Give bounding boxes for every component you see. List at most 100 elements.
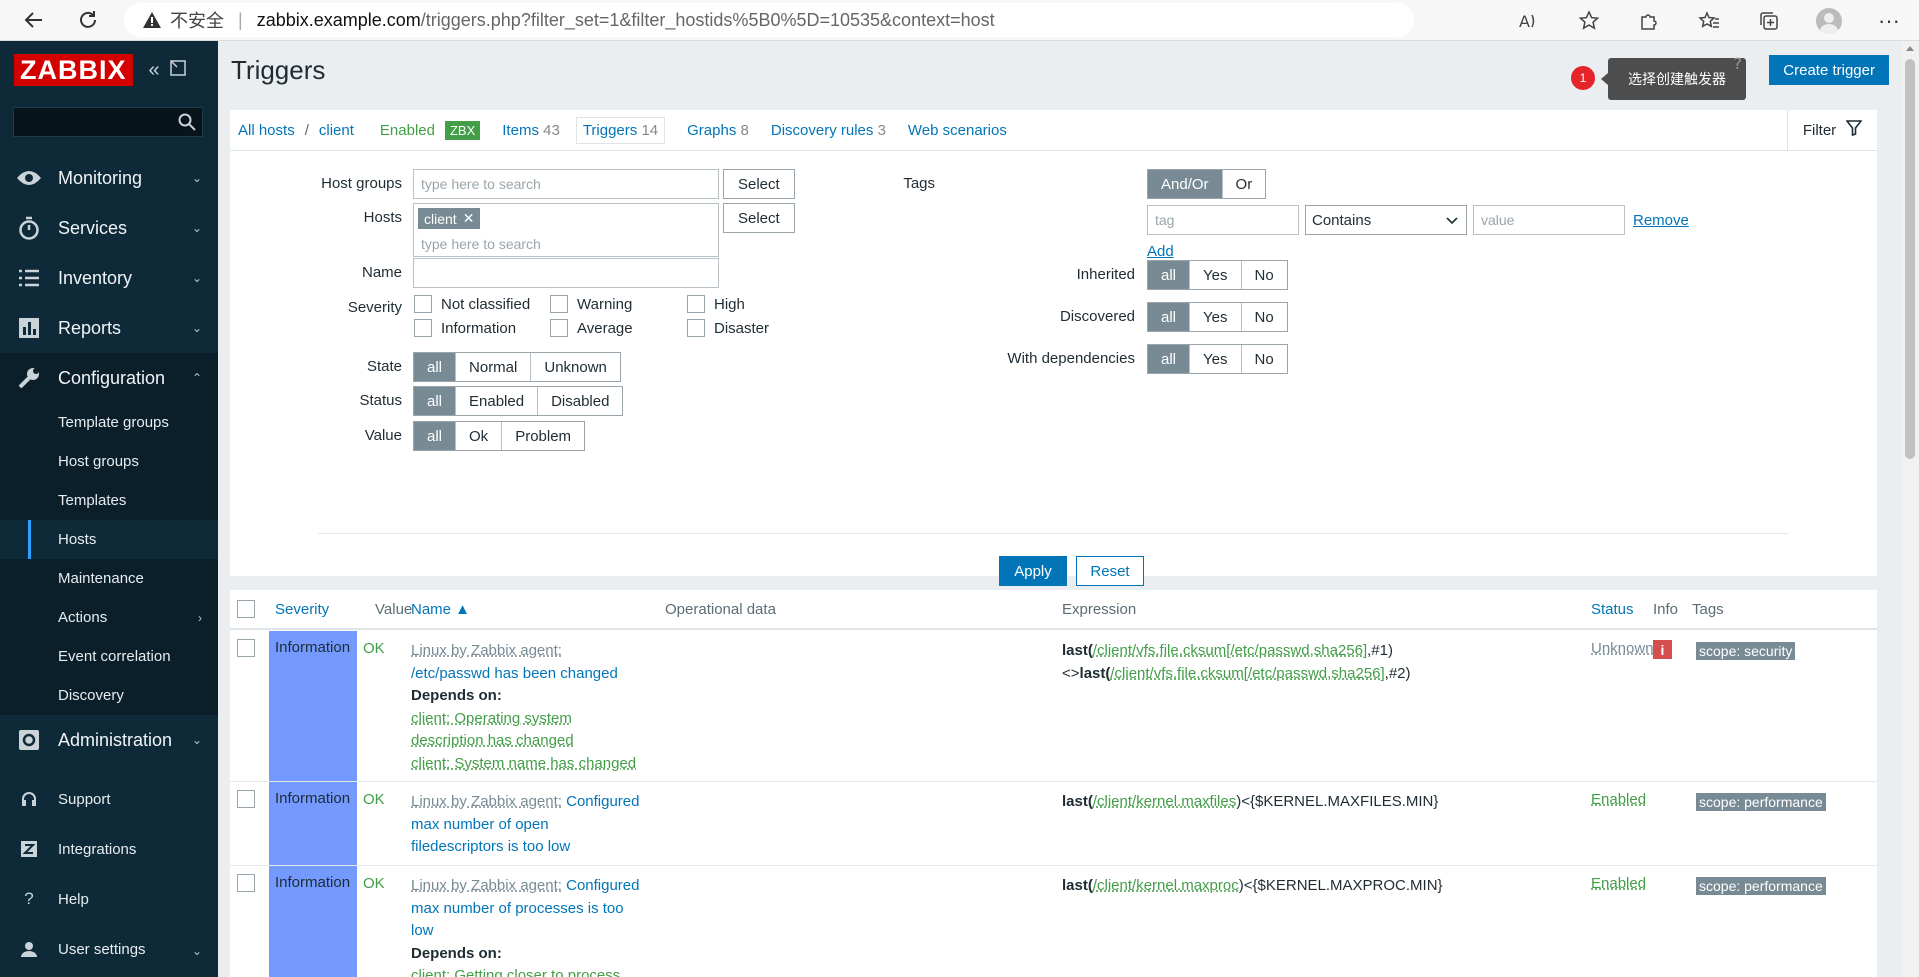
host-groups-input[interactable]: type here to search (413, 169, 719, 199)
extensions-icon[interactable] (1619, 4, 1679, 38)
select-all-checkbox[interactable] (237, 600, 255, 618)
menu-administration[interactable]: Administration ⌄ (0, 715, 218, 765)
severity-not-classified[interactable]: Not classified (414, 295, 530, 313)
submenu-discovery[interactable]: Discovery (0, 676, 218, 715)
nav-discovery-rules[interactable]: Discovery rules 3 (771, 122, 886, 139)
info-error-icon[interactable]: i (1653, 640, 1672, 659)
create-trigger-button[interactable]: Create trigger (1769, 55, 1889, 85)
apply-button[interactable]: Apply (999, 556, 1067, 586)
inherited-all[interactable]: all (1148, 261, 1191, 289)
tag-badge[interactable]: scope: security (1696, 642, 1796, 660)
remove-tag-link[interactable]: Remove (1633, 212, 1689, 229)
tag-name-input[interactable]: tag (1147, 205, 1299, 235)
template-link[interactable]: Linux by Zabbix agent: (411, 877, 562, 894)
status-link[interactable]: Enabled (1591, 875, 1646, 892)
zabbix-logo[interactable]: ZABBIX (14, 54, 133, 86)
severity-information[interactable]: Information (414, 319, 516, 337)
tag-badge[interactable]: scope: performance (1696, 877, 1826, 895)
inherited-no[interactable]: No (1241, 261, 1287, 289)
expr-item-link[interactable]: /client/vfs.file.cksum[/etc/passwd,sha25… (1110, 665, 1384, 682)
state-all[interactable]: all (414, 353, 457, 381)
menu-integrations[interactable]: Integrations (0, 824, 218, 874)
status-enabled[interactable]: Enabled (456, 387, 539, 415)
status-all[interactable]: all (414, 387, 457, 415)
submenu-event-correlation[interactable]: Event correlation (0, 637, 218, 676)
nav-triggers[interactable]: Triggers 14 (575, 116, 666, 144)
expr-item-link[interactable]: /client/vfs.file.cksum[/etc/passwd,sha25… (1093, 642, 1367, 659)
checkbox[interactable] (550, 295, 568, 313)
breadcrumb-all-hosts[interactable]: All hosts (238, 122, 295, 139)
trigger-link[interactable]: /etc/passwd has been changed (411, 665, 618, 682)
value-ok[interactable]: Ok (456, 422, 503, 450)
tags-or[interactable]: Or (1222, 170, 1266, 198)
severity-high[interactable]: High (687, 295, 745, 313)
severity-disaster[interactable]: Disaster (687, 319, 769, 337)
discovered-no[interactable]: No (1241, 303, 1287, 331)
host-status-enabled[interactable]: Enabled (380, 122, 435, 139)
favorite-add-icon[interactable] (1559, 4, 1619, 38)
discovered-yes[interactable]: Yes (1190, 303, 1242, 331)
dependency-link[interactable]: client: Operating system description has… (411, 708, 641, 753)
menu-inventory[interactable]: Inventory ⌄ (0, 253, 218, 303)
template-link[interactable]: Linux by Zabbix agent: (411, 642, 562, 659)
reset-button[interactable]: Reset (1076, 556, 1144, 586)
expr-item-link[interactable]: /client/kernel.maxproc (1093, 877, 1239, 894)
submenu-hosts[interactable]: Hosts (0, 520, 218, 559)
page-scrollbar[interactable] (1901, 41, 1919, 977)
scroll-up-icon[interactable] (1906, 46, 1914, 51)
col-name[interactable]: Name ▲ (411, 601, 470, 618)
checkbox[interactable] (687, 319, 705, 337)
favorites-icon[interactable] (1679, 4, 1739, 38)
submenu-template-groups[interactable]: Template groups (0, 403, 218, 442)
dependencies-no[interactable]: No (1241, 345, 1287, 373)
nav-web-scenarios[interactable]: Web scenarios (908, 122, 1007, 139)
scrollbar-thumb[interactable] (1905, 59, 1915, 459)
tag-operator-select[interactable]: Contains (1305, 205, 1467, 235)
discovered-all[interactable]: all (1148, 303, 1191, 331)
name-input[interactable] (413, 258, 719, 288)
checkbox[interactable] (414, 319, 432, 337)
status-link[interactable]: Enabled (1591, 791, 1646, 808)
col-severity[interactable]: Severity (275, 601, 329, 618)
severity-average[interactable]: Average (550, 319, 633, 337)
submenu-host-groups[interactable]: Host groups (0, 442, 218, 481)
checkbox[interactable] (687, 295, 705, 313)
dependency-link[interactable]: client: Getting closer to process (411, 965, 641, 977)
sidebar-search-input[interactable] (13, 107, 203, 137)
submenu-templates[interactable]: Templates (0, 481, 218, 520)
tag-badge[interactable]: scope: performance (1696, 793, 1826, 811)
hosts-multiselect[interactable]: client ✕ type here to search (413, 203, 719, 257)
address-bar[interactable]: 不安全 | zabbix.example.com/triggers.php?fi… (124, 3, 1414, 37)
menu-reports[interactable]: Reports ⌄ (0, 303, 218, 353)
state-unknown[interactable]: Unknown (531, 353, 620, 381)
collapse-sidebar-icon[interactable]: « (149, 59, 160, 82)
menu-configuration[interactable]: Configuration ⌃ (0, 353, 218, 403)
filter-tab[interactable]: Filter (1787, 110, 1877, 150)
more-icon[interactable]: ··· (1859, 4, 1919, 38)
value-all[interactable]: all (414, 422, 457, 450)
breadcrumb-host[interactable]: client (319, 122, 354, 139)
menu-user-settings[interactable]: User settings ⌄ (0, 924, 218, 974)
dependencies-all[interactable]: all (1148, 345, 1191, 373)
col-status[interactable]: Status (1591, 601, 1634, 618)
state-normal[interactable]: Normal (456, 353, 532, 381)
severity-warning[interactable]: Warning (550, 295, 632, 313)
menu-help[interactable]: ? Help (0, 874, 218, 924)
row-checkbox[interactable] (237, 639, 255, 657)
tags-and-or[interactable]: And/Or (1148, 170, 1223, 198)
collections-icon[interactable] (1739, 4, 1799, 38)
dependencies-yes[interactable]: Yes (1190, 345, 1242, 373)
read-aloud-icon[interactable]: A (1499, 4, 1559, 38)
hosts-search-placeholder[interactable]: type here to search (421, 236, 541, 252)
refresh-icon[interactable] (68, 3, 108, 37)
submenu-maintenance[interactable]: Maintenance (0, 559, 218, 598)
profile-icon[interactable] (1799, 4, 1859, 38)
row-checkbox[interactable] (237, 790, 255, 808)
status-disabled[interactable]: Disabled (538, 387, 623, 415)
add-tag-link[interactable]: Add (1147, 243, 1174, 260)
checkbox[interactable] (414, 295, 432, 313)
nav-graphs[interactable]: Graphs 8 (687, 122, 749, 139)
remove-chip-icon[interactable]: ✕ (463, 210, 475, 227)
submenu-actions[interactable]: Actions › (0, 598, 218, 637)
back-icon[interactable] (14, 3, 54, 37)
